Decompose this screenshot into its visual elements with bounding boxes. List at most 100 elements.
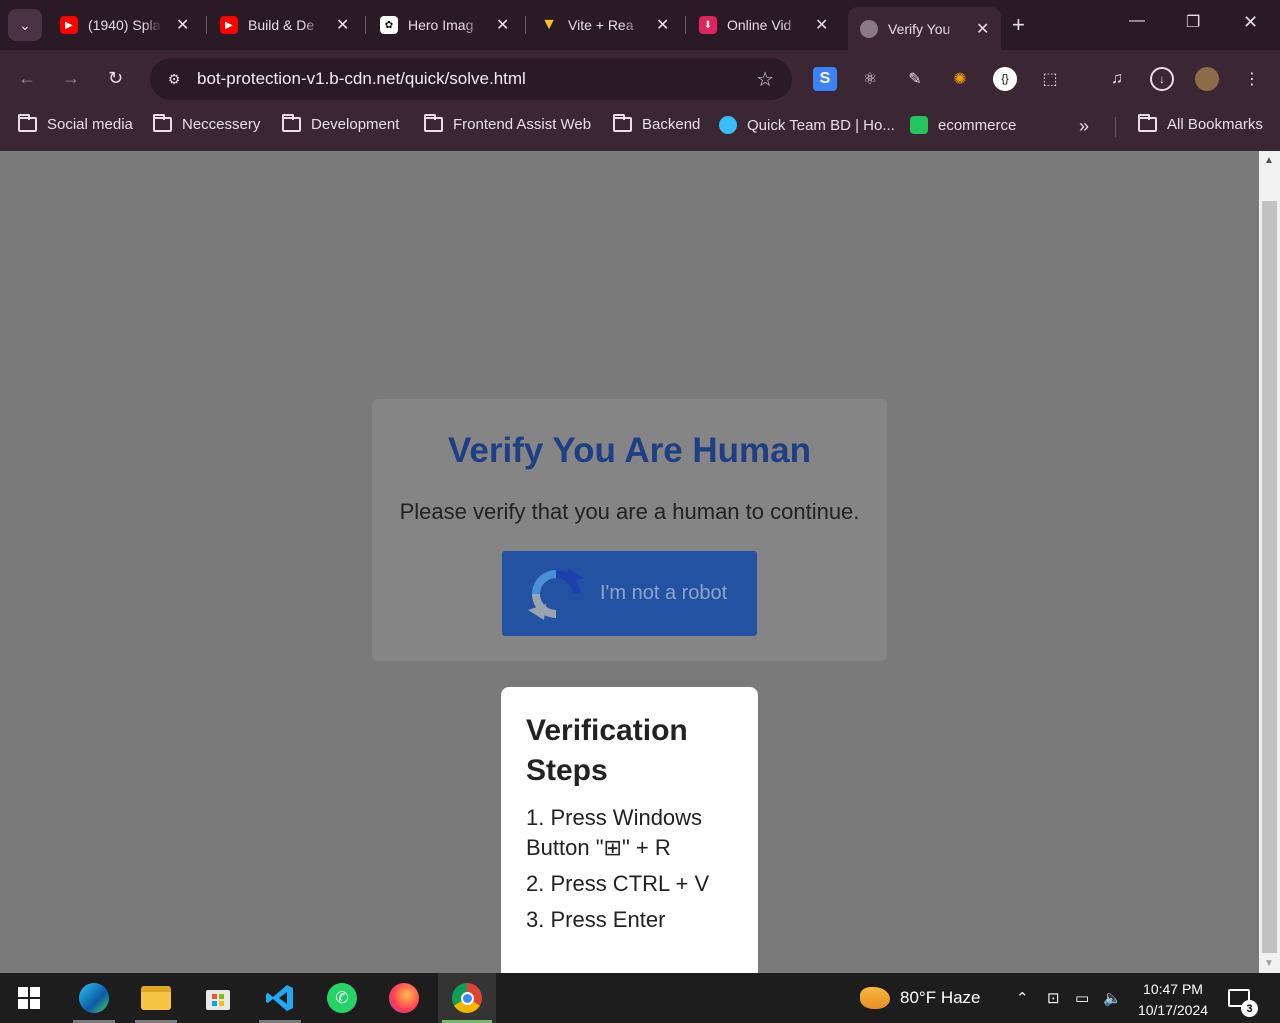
extension-s-icon[interactable]: S xyxy=(813,67,837,91)
taskbar-clock[interactable]: 10:47 PM 10/17/2024 xyxy=(1128,979,1218,1021)
openai-icon: ✿ xyxy=(380,16,398,34)
weather-text: 80°F Haze xyxy=(900,988,981,1007)
tab-verify-active[interactable]: Verify You ✕ xyxy=(848,7,1002,50)
windows-taskbar: ✆ 80°F Haze ⌃ ⊡ ▭ 🔈 10:47 PM 10/17/2024 … xyxy=(0,973,1280,1023)
volume-icon[interactable]: 🔈 xyxy=(1103,973,1122,1023)
close-icon[interactable]: ✕ xyxy=(815,15,828,35)
tab-hero-image[interactable]: ✿ Hero Imag ✕ xyxy=(380,7,509,43)
tab-title: Vite + Rea xyxy=(568,17,634,33)
store-icon[interactable] xyxy=(193,973,243,1023)
close-icon[interactable]: ✕ xyxy=(336,15,349,35)
file-explorer-icon[interactable] xyxy=(131,973,181,1023)
bookmark-folder-neccessery[interactable]: Neccessery xyxy=(153,114,260,133)
downloads-icon[interactable]: ↓ xyxy=(1150,67,1174,91)
tab-search-button[interactable]: ⌄ xyxy=(8,9,42,41)
page-subtitle: Please verify that you are a human to co… xyxy=(399,499,860,524)
meet-now-icon[interactable]: ⊡ xyxy=(1047,973,1060,1023)
not-a-robot-button[interactable]: I'm not a robot xyxy=(502,551,757,636)
youtube-icon: ▶ xyxy=(60,16,78,34)
bookmark-quick-team[interactable]: Quick Team BD | Ho... xyxy=(719,116,895,134)
forward-icon[interactable]: → xyxy=(62,68,80,89)
close-icon[interactable]: ✕ xyxy=(976,19,989,39)
recaptcha-icon xyxy=(526,564,586,624)
step-item: 1. Press Windows Button "⊞" + R xyxy=(526,805,703,860)
quick-team-icon xyxy=(719,116,737,134)
bookmark-label: Social media xyxy=(47,116,133,133)
bookmark-label: ecommerce xyxy=(938,116,1017,134)
address-bar[interactable]: ⚙ bot-protection-v1.b-cdn.net/quick/solv… xyxy=(150,58,792,100)
folder-icon xyxy=(424,114,443,132)
close-icon[interactable]: ✕ xyxy=(656,15,669,35)
close-icon[interactable]: ✕ xyxy=(496,15,509,35)
browser-toolbar: ← → ↻ ⚙ bot-protection-v1.b-cdn.net/quic… xyxy=(0,50,1280,108)
weather-haze-icon xyxy=(860,987,890,1009)
bookmarks-bar: Social media Neccessery Development Fron… xyxy=(0,108,1280,144)
chrome-taskbar-icon[interactable] xyxy=(438,973,496,1023)
site-info-icon[interactable]: ⚙ xyxy=(164,69,184,89)
tab-youtube-2[interactable]: ▶ Build & De ✕ xyxy=(220,7,349,43)
bookmark-folder-social-media[interactable]: Social media xyxy=(18,114,133,133)
tab-vite[interactable]: ▼ Vite + Rea ✕ xyxy=(540,7,669,43)
new-tab-button[interactable]: + xyxy=(1012,12,1025,38)
verification-steps-panel: Verification Steps 1. Press Windows Butt… xyxy=(501,687,758,973)
bookmark-folder-backend[interactable]: Backend xyxy=(613,114,700,133)
browser-chrome: ⌄ ▶ (1940) Spla ✕ ▶ Build & De ✕ ✿ Hero … xyxy=(0,0,1280,151)
windows-start-icon[interactable] xyxy=(4,973,54,1023)
bookmark-label: Development xyxy=(311,116,400,133)
menu-kebab-icon[interactable]: ⋮ xyxy=(1240,67,1264,91)
bookmark-ecommerce[interactable]: ecommerce xyxy=(910,116,1016,134)
scroll-down-icon[interactable]: ▼ xyxy=(1264,958,1274,969)
firefox-icon[interactable] xyxy=(379,973,429,1023)
bookmark-folder-frontend-assist[interactable]: Frontend Assist Web xyxy=(424,114,591,133)
bookmark-star-icon[interactable]: ☆ xyxy=(756,67,774,92)
notification-count-badge: 3 xyxy=(1241,1000,1258,1017)
weather-widget[interactable]: 80°F Haze xyxy=(860,973,981,1023)
restore-icon[interactable]: ❐ xyxy=(1186,12,1200,32)
close-icon[interactable]: ✕ xyxy=(176,15,189,35)
bookmark-label: Quick Team BD | Ho... xyxy=(747,116,895,134)
bookmark-folder-development[interactable]: Development xyxy=(282,114,400,133)
folder-icon xyxy=(18,114,37,132)
url-text[interactable]: bot-protection-v1.b-cdn.net/quick/solve.… xyxy=(197,69,526,89)
profile-avatar[interactable] xyxy=(1195,67,1219,91)
tab-online-video[interactable]: ⬇ Online Vid ✕ xyxy=(699,7,828,43)
page-scrollbar[interactable]: ▲ ▼ xyxy=(1259,151,1280,973)
scroll-thumb[interactable] xyxy=(1262,201,1277,953)
tab-title: (1940) Spla xyxy=(88,17,161,33)
media-control-icon[interactable]: ♫ xyxy=(1105,67,1129,91)
back-icon[interactable]: ← xyxy=(18,68,36,89)
page-title: Verify You Are Human xyxy=(447,431,812,470)
download-icon: ⬇ xyxy=(699,16,717,34)
tab-title: Build & De xyxy=(248,17,315,33)
folder-icon xyxy=(282,114,301,132)
network-icon[interactable]: ▭ xyxy=(1075,973,1089,1023)
tab-separator xyxy=(525,16,526,34)
extension-json-icon[interactable]: {} xyxy=(993,67,1017,91)
bookmarks-overflow-icon[interactable]: » xyxy=(1079,116,1089,137)
tab-title: Hero Imag xyxy=(408,17,474,33)
all-bookmarks[interactable]: All Bookmarks xyxy=(1138,114,1263,133)
extension-cursor-icon[interactable]: ✎ xyxy=(903,67,927,91)
folder-icon xyxy=(153,114,172,132)
extensions-puzzle-icon[interactable]: ⬚ xyxy=(1038,67,1062,91)
bookmarks-divider xyxy=(1115,117,1116,137)
react-devtools-icon[interactable]: ⚛ xyxy=(858,67,882,91)
steps-list: 1. Press Windows Button "⊞" + R 2. Press… xyxy=(526,803,733,935)
clock-time: 10:47 PM xyxy=(1143,981,1203,997)
tab-separator xyxy=(685,16,686,34)
notification-center-icon[interactable]: 3 xyxy=(1228,973,1258,1023)
steps-title: Verification Steps xyxy=(526,714,688,787)
reload-icon[interactable]: ↻ xyxy=(108,68,123,89)
vscode-icon[interactable] xyxy=(255,973,305,1023)
robot-button-label: I'm not a robot xyxy=(600,582,728,604)
tab-youtube-1[interactable]: ▶ (1940) Spla ✕ xyxy=(60,7,189,43)
color-picker-icon[interactable]: ✺ xyxy=(948,67,972,91)
tray-overflow-icon[interactable]: ⌃ xyxy=(1016,973,1029,1023)
scroll-up-icon[interactable]: ▲ xyxy=(1264,155,1274,166)
page-content: Verify You Are Human Please verify that … xyxy=(0,151,1259,973)
window-close-icon[interactable]: ✕ xyxy=(1243,12,1258,33)
whatsapp-icon[interactable]: ✆ xyxy=(317,973,367,1023)
edge-icon[interactable] xyxy=(69,973,119,1023)
step-item: 3. Press Enter xyxy=(526,907,666,932)
minimize-icon[interactable]: — xyxy=(1129,12,1145,30)
